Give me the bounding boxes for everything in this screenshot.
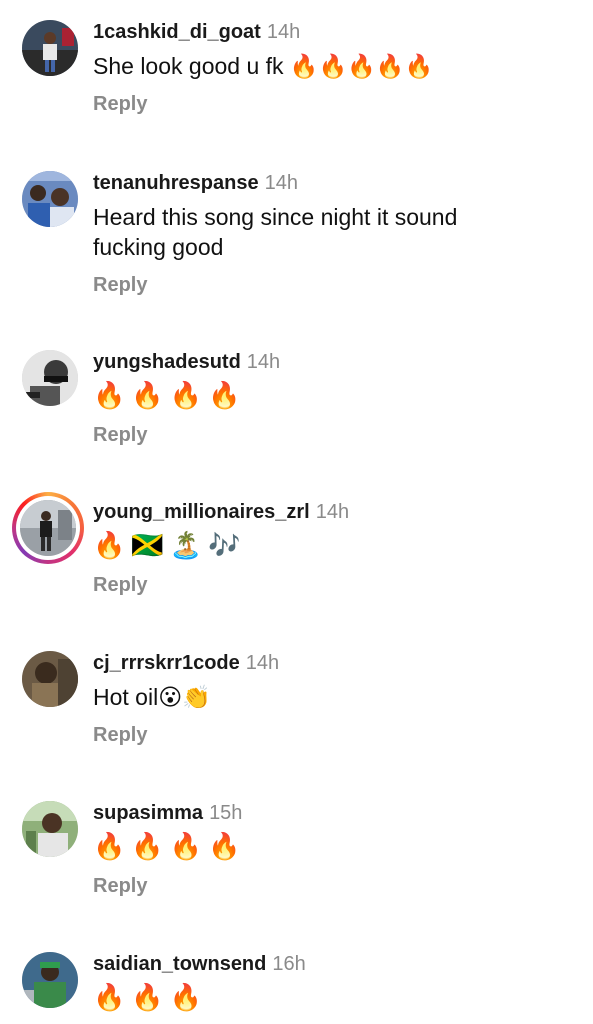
avatar[interactable] bbox=[22, 20, 78, 76]
avatar[interactable] bbox=[20, 500, 76, 556]
comment-meta: saidian_townsend 16h bbox=[93, 952, 573, 976]
comment-timestamp: 14h bbox=[315, 501, 350, 523]
comment-text: Heard this song since night it sound fuc… bbox=[93, 204, 458, 260]
comment-timestamp: 14h bbox=[245, 652, 280, 674]
comment-username[interactable]: tenanuhrespanse bbox=[93, 172, 259, 194]
comment-username[interactable]: young_millionaires_zrl bbox=[93, 501, 310, 523]
comment-text: Hot oil😮👏 bbox=[93, 684, 211, 710]
reply-button[interactable]: Reply bbox=[93, 424, 147, 447]
comment-body: yungshadesutd 14h 🔥🔥🔥🔥 Reply bbox=[93, 350, 573, 447]
comment-meta: yungshadesutd 14h bbox=[93, 350, 573, 374]
reply-button[interactable]: Reply bbox=[93, 724, 147, 747]
comment-timestamp: 15h bbox=[209, 802, 243, 824]
comment-username[interactable]: 1cashkid_di_goat bbox=[93, 21, 261, 43]
comment-body: cj_rrrskrr1code 14h Hot oil😮👏 Reply bbox=[93, 651, 573, 747]
comment-body: supasimma 15h 🔥🔥🔥🔥 Reply bbox=[93, 801, 573, 898]
avatar[interactable] bbox=[22, 952, 78, 1008]
comment-timestamp: 16h bbox=[272, 953, 306, 975]
comment-meta: cj_rrrskrr1code 14h bbox=[93, 651, 573, 675]
comment-username[interactable]: cj_rrrskrr1code bbox=[93, 652, 240, 674]
reply-button[interactable]: Reply bbox=[93, 574, 147, 597]
avatar[interactable] bbox=[22, 350, 78, 406]
comment-body: saidian_townsend 16h 🔥🔥🔥 bbox=[93, 952, 573, 1014]
comment-username[interactable]: yungshadesutd bbox=[93, 351, 241, 373]
story-ring[interactable] bbox=[12, 492, 84, 564]
comment-body: young_millionaires_zrl 14h 🔥🇯🇲🏝️🎶 Reply bbox=[93, 500, 573, 597]
comment-timestamp: 14h bbox=[266, 21, 301, 43]
comment-body: 1cashkid_di_goat 14h She look good u fk 🔥… bbox=[93, 20, 573, 116]
comment-text: 🔥🇯🇲🏝️🎶 bbox=[93, 530, 247, 560]
reply-button[interactable]: Reply bbox=[93, 274, 147, 297]
avatar[interactable] bbox=[22, 651, 78, 707]
comment-text: 🔥🔥🔥🔥 bbox=[93, 380, 247, 410]
comment-timestamp: 14h bbox=[264, 172, 298, 194]
comment-meta: young_millionaires_zrl 14h bbox=[93, 500, 573, 524]
comment-username[interactable]: saidian_townsend bbox=[93, 953, 266, 975]
comment-text: 🔥🔥🔥 bbox=[93, 982, 209, 1012]
comment-username[interactable]: supasimma bbox=[93, 802, 203, 824]
comment-meta: tenanuhrespanse 14h bbox=[93, 171, 573, 195]
comment-timestamp: 14h bbox=[246, 351, 281, 373]
comment-text: 🔥🔥🔥🔥 bbox=[93, 831, 247, 861]
reply-button[interactable]: Reply bbox=[93, 93, 147, 116]
comment-meta: 1cashkid_di_goat 14h bbox=[93, 20, 573, 44]
comment-meta: supasimma 15h bbox=[93, 801, 573, 825]
comment-text: She look good u fk 🔥🔥🔥🔥🔥 bbox=[93, 53, 434, 79]
avatar[interactable] bbox=[22, 171, 78, 227]
comment-body: tenanuhrespanse 14h Heard this song since… bbox=[93, 171, 573, 297]
reply-button[interactable]: Reply bbox=[93, 875, 147, 898]
avatar[interactable] bbox=[22, 801, 78, 857]
